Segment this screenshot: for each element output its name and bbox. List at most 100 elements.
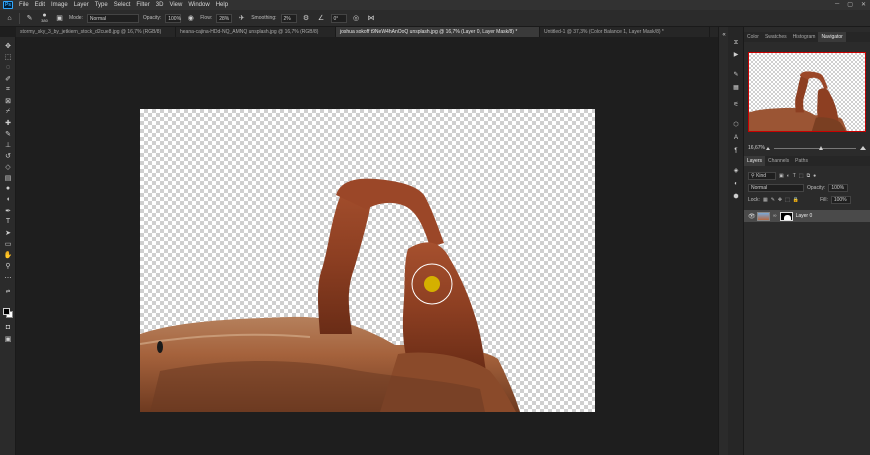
hand-tool-icon[interactable]: ✋ (3, 250, 13, 259)
paths-side-icon[interactable]: ⬢ (732, 193, 740, 201)
path-select-tool-icon[interactable]: ➤ (3, 228, 13, 237)
menu-file[interactable]: File (19, 2, 29, 8)
close-icon[interactable]: ✕ (861, 1, 866, 8)
layer-mask-thumbnail[interactable] (779, 211, 793, 221)
menu-3d[interactable]: 3D (156, 2, 164, 8)
screen-mode-icon[interactable]: ▣ (3, 334, 13, 343)
zoom-value[interactable]: 16,67% (748, 145, 765, 151)
brush-preset-icon[interactable]: ● 380 (39, 12, 50, 24)
pressure-opacity-icon[interactable]: ◉ (185, 13, 196, 24)
doc-tab-0[interactable]: stormy_sky_3_by_jetkiern_stock_d2cue8.jp… (16, 27, 176, 37)
paragraph-icon[interactable]: ¶ (732, 147, 740, 155)
brush-settings-icon[interactable]: ▣ (54, 13, 65, 24)
zoom-slider[interactable] (774, 145, 856, 150)
brush-tool-icon[interactable]: ✎ (3, 129, 13, 138)
layer-name[interactable]: Layer 0 (796, 213, 813, 219)
menu-view[interactable]: View (169, 2, 182, 8)
more-tools-icon[interactable]: ⋯ (3, 273, 13, 282)
dodge-tool-icon[interactable]: ◖ (3, 195, 13, 204)
cube-icon[interactable]: ⬡ (732, 121, 740, 129)
tab-histogram[interactable]: Histogram (790, 32, 819, 42)
tab-swatches[interactable]: Swatches (762, 32, 790, 42)
properties-icon[interactable]: ▦ (732, 84, 740, 92)
play-icon[interactable]: ▶ (732, 51, 740, 59)
doc-tab-1[interactable]: heana-cajina-HDd-NQ_AMNQ unsplash.jpg @ … (176, 27, 336, 37)
filter-adjust-icon[interactable]: ◐ (787, 173, 790, 179)
adjust-icon[interactable]: ⚟ (732, 101, 740, 109)
pen-tool-icon[interactable]: ✒ (3, 206, 13, 215)
menu-type[interactable]: Type (95, 2, 108, 8)
airbrush-icon[interactable]: ✈ (236, 13, 247, 24)
marquee-tool-icon[interactable]: ⬚ (3, 52, 13, 61)
quick-select-tool-icon[interactable]: ✐ (3, 74, 13, 83)
move-tool-icon[interactable]: ✥ (3, 41, 13, 50)
tab-channels[interactable]: Channels (765, 156, 792, 166)
layer-row[interactable]: 👁 ∞ Layer 0 (744, 210, 870, 222)
symmetry-icon[interactable]: ⋈ (366, 13, 377, 24)
tab-navigator[interactable]: Navigator (818, 32, 846, 42)
zoom-out-icon[interactable] (766, 146, 770, 150)
opacity-field[interactable]: 100% (165, 13, 182, 23)
navigator-preview[interactable] (748, 52, 866, 132)
maximize-icon[interactable]: ▢ (847, 1, 853, 8)
lock-paint-icon[interactable]: ✎ (771, 197, 775, 203)
crop-tool-icon[interactable]: ⌗ (3, 85, 13, 94)
lock-pixels-icon[interactable]: ▦ (763, 197, 768, 203)
eye-icon[interactable]: 👁 (748, 213, 756, 220)
doc-tab-2[interactable]: joshua sokoff t9NeW4hAnOoQ unsplash.jpg … (336, 27, 540, 37)
tab-color[interactable]: Color (744, 32, 762, 42)
lasso-tool-icon[interactable]: ◌ (3, 63, 13, 72)
frame-tool-icon[interactable]: ⊠ (3, 96, 13, 105)
type-tool-icon[interactable]: T (3, 217, 13, 226)
stamp-tool-icon[interactable]: ⊥ (3, 140, 13, 149)
menu-edit[interactable]: Edit (35, 2, 45, 8)
menu-filter[interactable]: Filter (136, 2, 149, 8)
document-canvas[interactable] (140, 109, 595, 412)
lock-artboard-icon[interactable]: ⬚ (785, 197, 790, 203)
menu-image[interactable]: Image (51, 2, 68, 8)
eraser-tool-icon[interactable]: ◇ (3, 162, 13, 171)
menu-window[interactable]: Window (188, 2, 209, 8)
tab-layers[interactable]: Layers (744, 156, 766, 166)
foreground-color-swatch[interactable] (3, 308, 10, 315)
link-icon[interactable]: ∞ (773, 213, 777, 219)
blend-mode-select[interactable]: Normal (748, 184, 804, 192)
character-icon[interactable]: A (732, 134, 740, 142)
layers-side-icon[interactable]: ◈ (732, 167, 740, 175)
swap-colors-icon[interactable]: ⇄ (3, 287, 13, 296)
menu-layer[interactable]: Layer (74, 2, 89, 8)
history-brush-icon[interactable]: ↺ (3, 151, 13, 160)
filter-smart-icon[interactable]: ⧉ (807, 173, 811, 179)
eyedropper-tool-icon[interactable]: ⌿ (3, 107, 13, 116)
angle-field[interactable]: 0° (330, 13, 347, 23)
minimize-icon[interactable]: ─ (835, 1, 839, 8)
gradient-tool-icon[interactable]: ▤ (3, 173, 13, 182)
filter-type-icon[interactable]: T (793, 173, 796, 179)
zoom-in-icon[interactable] (860, 146, 866, 150)
layer-filter-select[interactable]: ⚲ Kind (748, 172, 776, 180)
lock-move-icon[interactable]: ✥ (778, 197, 782, 203)
filter-toggle-icon[interactable]: ● (813, 173, 816, 179)
channels-side-icon[interactable]: ◐ (732, 180, 740, 188)
smoothing-field[interactable]: 2% (280, 13, 297, 23)
quick-mask-icon[interactable]: ◘ (3, 323, 13, 332)
collapse-icon[interactable]: « (720, 31, 728, 39)
shape-tool-icon[interactable]: ▭ (3, 239, 13, 248)
healing-tool-icon[interactable]: ✚ (3, 118, 13, 127)
home-icon[interactable]: ⌂ (4, 13, 15, 24)
filter-shape-icon[interactable]: ⬚ (799, 173, 804, 179)
zoom-slider-thumb[interactable] (819, 145, 824, 150)
menu-select[interactable]: Select (114, 2, 131, 8)
brush-settings-panel-icon[interactable]: ✎ (732, 71, 740, 79)
history-icon[interactable]: ⧖ (732, 39, 740, 47)
filter-pixel-icon[interactable]: ▣ (779, 173, 784, 179)
zoom-tool-icon[interactable]: ⚲ (3, 261, 13, 270)
fill-field[interactable]: 100% (830, 196, 851, 204)
flow-field[interactable]: 28% (216, 13, 233, 23)
blur-tool-icon[interactable]: ● (3, 184, 13, 193)
pressure-size-icon[interactable]: ◎ (351, 13, 362, 24)
mode-select[interactable]: Normal (86, 13, 139, 23)
tab-paths[interactable]: Paths (792, 156, 811, 166)
gear-icon[interactable]: ⚙ (301, 13, 312, 24)
doc-tab-3[interactable]: Untitled-1 @ 37,3% (Color Balance 1, Lay… (540, 27, 710, 37)
